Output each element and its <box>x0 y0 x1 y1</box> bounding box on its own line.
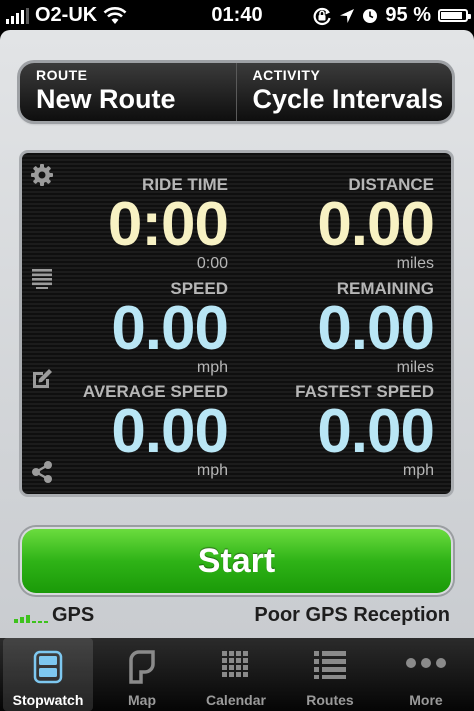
activity-selector[interactable]: ACTIVITY Cycle Intervals <box>235 63 453 121</box>
stopwatch-icon <box>33 650 63 684</box>
route-value: New Route <box>36 84 176 114</box>
route-label: ROUTE <box>36 67 88 83</box>
battery-icon <box>438 9 471 22</box>
orientation-lock-icon <box>313 7 331 25</box>
tab-routes[interactable]: Routes <box>285 638 375 711</box>
more-icon <box>406 658 446 668</box>
tab-more-label: More <box>409 692 443 708</box>
tab-more[interactable]: More <box>381 638 471 711</box>
gps-status-text: Poor GPS Reception <box>254 604 450 626</box>
tab-map[interactable]: Map <box>97 638 187 711</box>
ride-time-stat: RIDE TIME 0:00 0:00 <box>62 175 229 273</box>
gps-signal-icon <box>14 609 48 623</box>
location-arrow-icon <box>340 8 355 23</box>
tab-routes-label: Routes <box>306 692 354 708</box>
share-icon[interactable] <box>30 460 54 484</box>
tab-stopwatch[interactable]: Stopwatch <box>3 638 93 711</box>
distance-stat: DISTANCE 0.00 miles <box>258 175 435 273</box>
start-button[interactable]: Start <box>22 529 451 593</box>
average-speed-value: 0.00 <box>111 397 229 466</box>
stats-panel: RIDE TIME 0:00 0:00 SPEED 0.00 mph AVERA… <box>22 153 451 494</box>
main-content: ROUTE New Route ACTIVITY Cycle Intervals <box>0 30 474 638</box>
route-selector[interactable]: ROUTE New Route <box>20 63 236 121</box>
tab-stopwatch-label: Stopwatch <box>12 692 84 708</box>
status-right: 95 % <box>312 4 471 27</box>
remaining-value: 0.00 <box>317 294 435 363</box>
average-speed-stat: AVERAGE SPEED 0.00 mph <box>62 382 229 480</box>
gps-label: GPS <box>52 604 95 626</box>
speed-stat: SPEED 0.00 mph <box>62 279 229 377</box>
remaining-stat: REMAINING 0.00 miles <box>258 279 435 377</box>
alarm-clock-icon <box>363 8 378 23</box>
gps-status-row: GPS Poor GPS Reception <box>14 604 450 628</box>
speed-value: 0.00 <box>111 294 229 363</box>
fastest-speed-value: 0.00 <box>317 397 435 466</box>
activity-value: Cycle Intervals <box>252 84 444 114</box>
tab-map-label: Map <box>128 692 156 708</box>
status-bar: O2-UK 01:40 95 % <box>0 0 474 30</box>
ride-time-value: 0:00 <box>107 190 229 259</box>
edit-icon[interactable] <box>30 367 54 391</box>
route-activity-bar: ROUTE New Route ACTIVITY Cycle Intervals <box>20 63 452 121</box>
map-icon <box>129 650 155 684</box>
stopwatch-screen: O2-UK 01:40 95 % ROUTE New Route ACTIVIT… <box>0 0 474 711</box>
calendar-icon <box>222 651 248 677</box>
activity-label: ACTIVITY <box>252 67 321 83</box>
gps-indicator: GPS <box>14 604 94 627</box>
fastest-speed-stat: FASTEST SPEED 0.00 mph <box>258 382 435 480</box>
tab-calendar[interactable]: Calendar <box>191 638 281 711</box>
distance-value: 0.00 <box>317 190 435 259</box>
battery-percent: 95 % <box>385 4 431 26</box>
settings-gear-icon[interactable] <box>30 163 54 187</box>
tab-bar: Stopwatch Map Calendar Routes More <box>0 638 474 711</box>
routes-icon <box>314 651 346 679</box>
list-icon[interactable] <box>30 266 54 290</box>
battery-fill <box>441 12 462 19</box>
tab-calendar-label: Calendar <box>206 692 266 708</box>
